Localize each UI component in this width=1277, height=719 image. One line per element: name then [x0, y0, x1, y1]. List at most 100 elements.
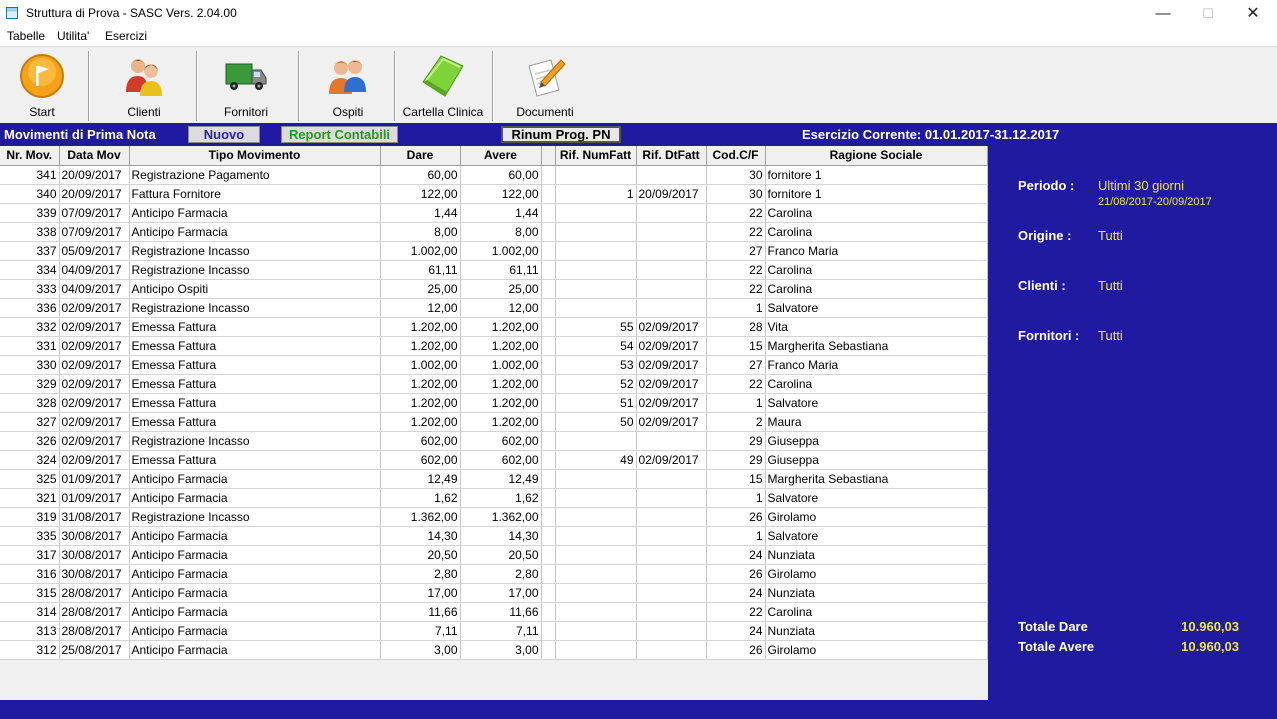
table-cell[interactable]: 22: [706, 203, 766, 223]
table-cell[interactable]: 1: [706, 393, 766, 413]
table-cell[interactable]: [541, 602, 556, 622]
table-cell[interactable]: [555, 545, 637, 565]
table-cell[interactable]: 1.202,00: [460, 412, 542, 432]
table-cell[interactable]: 1.362,00: [380, 507, 461, 527]
table-cell[interactable]: 29: [706, 450, 766, 470]
fornitori-filter-value[interactable]: Tutti: [1098, 328, 1123, 343]
table-cell[interactable]: Margherita Sebastiana: [765, 336, 988, 356]
table-cell[interactable]: 24: [706, 621, 766, 641]
table-cell[interactable]: Salvatore: [765, 526, 988, 546]
table-cell[interactable]: 1.002,00: [460, 355, 542, 375]
menu-esercizi[interactable]: Esercizi: [105, 29, 147, 43]
table-cell[interactable]: [555, 298, 637, 318]
table-cell[interactable]: 61,11: [380, 260, 461, 280]
table-cell[interactable]: 340: [0, 184, 60, 204]
table-cell[interactable]: Carolina: [765, 260, 988, 280]
table-cell[interactable]: [636, 222, 707, 242]
table-cell[interactable]: 3,00: [380, 640, 461, 660]
table-cell[interactable]: Emessa Fattura: [129, 412, 381, 432]
table-cell[interactable]: 602,00: [460, 450, 542, 470]
table-cell[interactable]: Salvatore: [765, 393, 988, 413]
table-row[interactable]: 334 04/09/2017 Registrazione Incasso 61,11 6…: [0, 260, 988, 280]
col-rif-numfatt[interactable]: Rif. NumFatt: [555, 146, 637, 166]
table-cell[interactable]: 2,80: [380, 564, 461, 584]
table-cell[interactable]: [555, 564, 637, 584]
table-cell[interactable]: [541, 298, 556, 318]
table-cell[interactable]: [555, 640, 637, 660]
table-cell[interactable]: 1.202,00: [460, 393, 542, 413]
table-cell[interactable]: 1.202,00: [380, 393, 461, 413]
table-cell[interactable]: 53: [555, 355, 637, 375]
documenti-button[interactable]: Documenti: [500, 47, 590, 124]
table-cell[interactable]: Salvatore: [765, 298, 988, 318]
table-cell[interactable]: 07/09/2017: [59, 222, 130, 242]
table-cell[interactable]: 02/09/2017: [636, 393, 707, 413]
table-row[interactable]: 314 28/08/2017 Anticipo Farmacia 11,66 11,66…: [0, 602, 988, 622]
table-cell[interactable]: 02/09/2017: [59, 317, 130, 337]
table-cell[interactable]: 55: [555, 317, 637, 337]
table-cell[interactable]: 1.202,00: [460, 336, 542, 356]
table-cell[interactable]: 315: [0, 583, 60, 603]
table-row[interactable]: 337 05/09/2017 Registrazione Incasso 1.002,…: [0, 241, 988, 261]
table-cell[interactable]: 122,00: [380, 184, 461, 204]
table-cell[interactable]: 49: [555, 450, 637, 470]
table-row[interactable]: 319 31/08/2017 Registrazione Incasso 1.362,…: [0, 507, 988, 527]
table-cell[interactable]: 25/08/2017: [59, 640, 130, 660]
table-cell[interactable]: 12,49: [460, 469, 542, 489]
table-cell[interactable]: 14,30: [380, 526, 461, 546]
col-dare[interactable]: Dare: [380, 146, 461, 166]
table-cell[interactable]: 1.202,00: [460, 317, 542, 337]
table-cell[interactable]: 28: [706, 317, 766, 337]
table-cell[interactable]: Registrazione Pagamento: [129, 165, 381, 185]
table-cell[interactable]: [541, 583, 556, 603]
table-row[interactable]: 325 01/09/2017 Anticipo Farmacia 12,49 12,49…: [0, 469, 988, 489]
table-cell[interactable]: 1.202,00: [380, 336, 461, 356]
table-cell[interactable]: 602,00: [460, 431, 542, 451]
table-cell[interactable]: fornitore 1: [765, 184, 988, 204]
table-cell[interactable]: 313: [0, 621, 60, 641]
table-cell[interactable]: 336: [0, 298, 60, 318]
table-cell[interactable]: [636, 545, 707, 565]
table-cell[interactable]: 314: [0, 602, 60, 622]
table-row[interactable]: 338 07/09/2017 Anticipo Farmacia 8,00 8,00 22…: [0, 222, 988, 242]
table-cell[interactable]: Emessa Fattura: [129, 355, 381, 375]
rinum-prog-pn-button[interactable]: Rinum Prog. PN: [501, 126, 621, 143]
table-cell[interactable]: 02/09/2017: [636, 450, 707, 470]
menu-utilita[interactable]: Utilita': [57, 29, 89, 43]
table-cell[interactable]: Nunziata: [765, 621, 988, 641]
table-cell[interactable]: Emessa Fattura: [129, 374, 381, 394]
col-data-mov[interactable]: Data Mov: [59, 146, 130, 166]
table-cell[interactable]: Anticipo Farmacia: [129, 545, 381, 565]
table-row[interactable]: 341 20/09/2017 Registrazione Pagamento 60,0…: [0, 165, 988, 185]
table-cell[interactable]: Anticipo Ospiti: [129, 279, 381, 299]
table-cell[interactable]: 319: [0, 507, 60, 527]
table-cell[interactable]: 339: [0, 203, 60, 223]
table-cell[interactable]: [541, 336, 556, 356]
table-cell[interactable]: 1.202,00: [380, 374, 461, 394]
col-spacer[interactable]: [541, 146, 556, 166]
table-cell[interactable]: [636, 241, 707, 261]
table-cell[interactable]: Fattura Fornitore: [129, 184, 381, 204]
table-cell[interactable]: 11,66: [380, 602, 461, 622]
table-cell[interactable]: Emessa Fattura: [129, 336, 381, 356]
table-cell[interactable]: 332: [0, 317, 60, 337]
table-cell[interactable]: [555, 507, 637, 527]
table-cell[interactable]: [541, 184, 556, 204]
table-cell[interactable]: 15: [706, 336, 766, 356]
table-cell[interactable]: [555, 526, 637, 546]
table-cell[interactable]: 1,62: [460, 488, 542, 508]
close-button[interactable]: ✕: [1230, 0, 1276, 27]
table-cell[interactable]: [541, 393, 556, 413]
table-row[interactable]: 317 30/08/2017 Anticipo Farmacia 20,50 20,50…: [0, 545, 988, 565]
table-cell[interactable]: Anticipo Farmacia: [129, 222, 381, 242]
table-cell[interactable]: Registrazione Incasso: [129, 260, 381, 280]
table-cell[interactable]: [555, 165, 637, 185]
table-cell[interactable]: 338: [0, 222, 60, 242]
table-cell[interactable]: 1: [706, 298, 766, 318]
table-row[interactable]: 331 02/09/2017 Emessa Fattura 1.202,00 1.202…: [0, 336, 988, 356]
fornitori-button[interactable]: Fornitori: [198, 47, 294, 124]
table-cell[interactable]: 7,11: [380, 621, 461, 641]
table-cell[interactable]: 54: [555, 336, 637, 356]
periodo-value[interactable]: Ultimi 30 giorni: [1098, 178, 1184, 193]
table-cell[interactable]: 8,00: [460, 222, 542, 242]
